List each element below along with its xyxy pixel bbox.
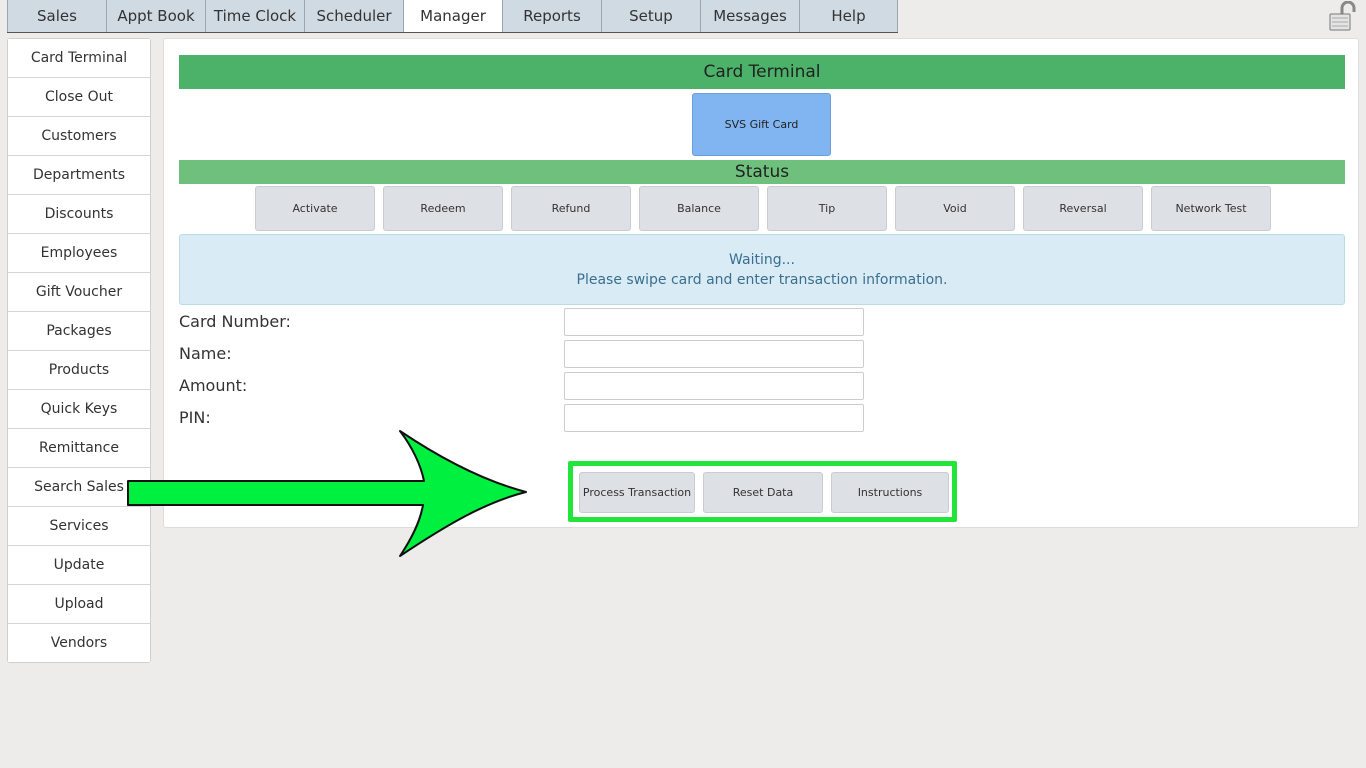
sidebar-item-vendors[interactable]: Vendors xyxy=(8,624,150,662)
sidebar-item-quick-keys[interactable]: Quick Keys xyxy=(8,390,150,429)
refund-button[interactable]: Refund xyxy=(511,186,631,231)
sidebar-item-upload[interactable]: Upload xyxy=(8,585,150,624)
name-label: Name: xyxy=(179,344,232,363)
unlocked-padlock-icon[interactable] xyxy=(1328,1,1360,32)
void-button[interactable]: Void xyxy=(895,186,1015,231)
transaction-action-buttons: Activate Redeem Refund Balance Tip Void … xyxy=(255,186,1279,231)
tab-time-clock[interactable]: Time Clock xyxy=(205,0,304,32)
top-tab-bar: Sales Appt Book Time Clock Scheduler Man… xyxy=(7,0,898,33)
sidebar-item-packages[interactable]: Packages xyxy=(8,312,150,351)
pin-row: PIN: xyxy=(179,404,879,432)
activate-button[interactable]: Activate xyxy=(255,186,375,231)
network-test-button[interactable]: Network Test xyxy=(1151,186,1271,231)
balance-button[interactable]: Balance xyxy=(639,186,759,231)
process-transaction-button[interactable]: Process Transaction xyxy=(579,472,695,513)
card-number-input[interactable] xyxy=(564,308,864,336)
amount-input[interactable] xyxy=(564,372,864,400)
reset-data-button[interactable]: Reset Data xyxy=(703,472,823,513)
highlight-box: Process Transaction Reset Data Instructi… xyxy=(568,461,957,522)
name-row: Name: xyxy=(179,340,879,368)
tab-sales[interactable]: Sales xyxy=(7,0,106,32)
sidebar-item-gift-voucher[interactable]: Gift Voucher xyxy=(8,273,150,312)
svs-gift-card-button[interactable]: SVS Gift Card xyxy=(692,93,831,156)
tab-setup[interactable]: Setup xyxy=(601,0,700,32)
amount-label: Amount: xyxy=(179,376,248,395)
sidebar-item-products[interactable]: Products xyxy=(8,351,150,390)
sidebar-item-card-terminal[interactable]: Card Terminal xyxy=(8,39,150,78)
page-title: Card Terminal xyxy=(179,55,1345,89)
tip-button[interactable]: Tip xyxy=(767,186,887,231)
amount-row: Amount: xyxy=(179,372,879,400)
name-input[interactable] xyxy=(564,340,864,368)
tab-messages[interactable]: Messages xyxy=(700,0,799,32)
status-message-line1: Waiting... xyxy=(729,251,795,268)
tab-reports[interactable]: Reports xyxy=(502,0,601,32)
status-message-line2: Please swipe card and enter transaction … xyxy=(576,271,948,288)
tab-help[interactable]: Help xyxy=(799,0,898,32)
sidebar-item-employees[interactable]: Employees xyxy=(8,234,150,273)
status-message-box: Waiting... Please swipe card and enter t… xyxy=(179,234,1345,305)
pin-input[interactable] xyxy=(564,404,864,432)
tab-manager[interactable]: Manager xyxy=(403,0,502,32)
redeem-button[interactable]: Redeem xyxy=(383,186,503,231)
card-number-row: Card Number: xyxy=(179,308,879,336)
bottom-action-buttons: Process Transaction Reset Data Instructi… xyxy=(579,472,957,513)
tab-scheduler[interactable]: Scheduler xyxy=(304,0,403,32)
card-number-label: Card Number: xyxy=(179,312,291,331)
sidebar-item-close-out[interactable]: Close Out xyxy=(8,78,150,117)
sidebar-item-departments[interactable]: Departments xyxy=(8,156,150,195)
sidebar-item-customers[interactable]: Customers xyxy=(8,117,150,156)
reversal-button[interactable]: Reversal xyxy=(1023,186,1143,231)
tab-appt-book[interactable]: Appt Book xyxy=(106,0,205,32)
pin-label: PIN: xyxy=(179,408,211,427)
arrow-right-icon xyxy=(127,430,527,557)
status-header: Status xyxy=(179,160,1345,184)
instructions-button[interactable]: Instructions xyxy=(831,472,949,513)
sidebar-item-discounts[interactable]: Discounts xyxy=(8,195,150,234)
manager-sidebar: Card Terminal Close Out Customers Depart… xyxy=(7,38,151,663)
